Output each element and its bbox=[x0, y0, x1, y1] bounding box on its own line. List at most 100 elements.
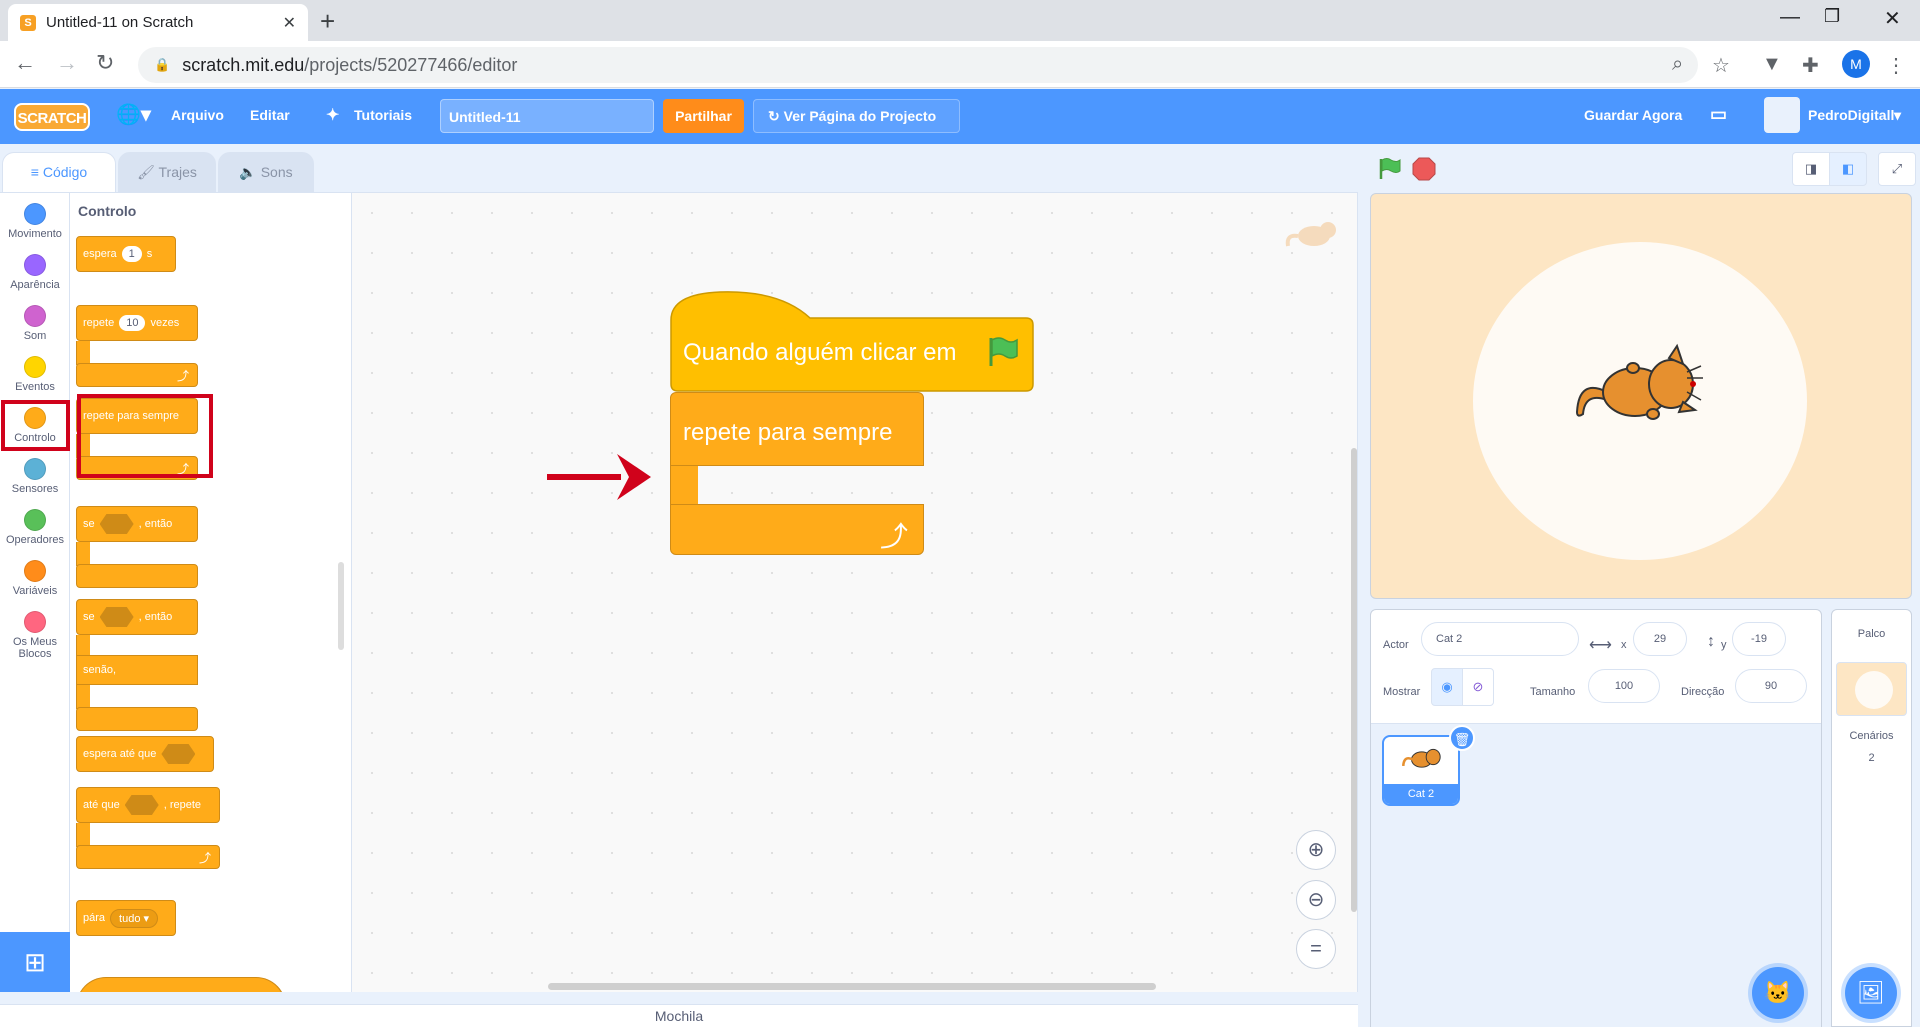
repeat-bottom: ⤴ bbox=[76, 363, 198, 387]
save-now-button[interactable]: Guardar Agora bbox=[1584, 107, 1682, 123]
tab-code[interactable]: ≡ Código bbox=[2, 152, 116, 192]
block-repeat[interactable]: repete 10 vezes bbox=[76, 305, 198, 341]
large-stage-button[interactable]: ◧ bbox=[1829, 152, 1867, 186]
category-sound[interactable]: Som bbox=[0, 299, 70, 342]
category-my-blocks[interactable]: Os Meus Blocos bbox=[0, 605, 70, 660]
tab-costumes[interactable]: 🖌 Trajes bbox=[118, 152, 216, 192]
profile-avatar[interactable]: M bbox=[1842, 50, 1870, 78]
stop-icon[interactable] bbox=[1412, 157, 1436, 181]
loop-arrow-icon: ⤴ bbox=[198, 851, 211, 865]
stage-selector[interactable]: Palco Cenários 2 bbox=[1831, 609, 1912, 1027]
block-stop[interactable]: pára tudo ▾ bbox=[76, 900, 176, 936]
size-input[interactable]: 100 bbox=[1588, 669, 1660, 703]
zoom-in-button[interactable]: ⊕ bbox=[1296, 830, 1336, 870]
sprite-name-input[interactable]: Cat 2 bbox=[1421, 622, 1579, 656]
close-window-icon[interactable]: ✕ bbox=[1884, 6, 1901, 31]
x-input[interactable]: 29 bbox=[1633, 622, 1687, 656]
else-arm bbox=[76, 685, 90, 709]
menu-file[interactable]: Arquivo bbox=[171, 107, 224, 123]
menu-tutorials[interactable]: Tutoriais bbox=[354, 107, 412, 123]
workspace-horizontal-scrollbar[interactable] bbox=[548, 983, 1156, 990]
hide-eye-icon[interactable]: ⊘ bbox=[1462, 668, 1494, 706]
fullscreen-button[interactable]: ⤢ bbox=[1878, 152, 1916, 186]
palette-section-title: Controlo bbox=[78, 203, 137, 219]
direction-input[interactable]: 90 bbox=[1735, 669, 1807, 703]
category-motion[interactable]: Movimento bbox=[0, 197, 70, 240]
zoom-reset-button[interactable]: = bbox=[1296, 929, 1336, 969]
cat-sprite[interactable] bbox=[1573, 342, 1705, 426]
my-stuff-folder-icon[interactable]: ▭ bbox=[1710, 104, 1727, 125]
editor-tabs: ≡ Código 🖌 Trajes 🔈 Sons bbox=[0, 144, 320, 192]
extension-filter-icon[interactable]: ▼ bbox=[1762, 53, 1782, 76]
stage-canvas[interactable] bbox=[1370, 193, 1912, 599]
chrome-menu-icon[interactable]: ⋮ bbox=[1886, 53, 1906, 78]
minimize-icon[interactable]: — bbox=[1780, 6, 1800, 29]
repeat-value-input[interactable]: 10 bbox=[119, 315, 146, 331]
show-label: Mostrar bbox=[1383, 686, 1421, 698]
new-tab-icon[interactable]: + bbox=[320, 6, 335, 36]
block-repeat-until[interactable]: até que, repete bbox=[76, 787, 220, 823]
zoom-out-button[interactable]: ⊖ bbox=[1296, 880, 1336, 920]
address-bar[interactable]: 🔒 scratch.mit.edu/projects/520277466/edi… bbox=[138, 47, 1698, 83]
scratch-logo[interactable]: SCRATCH bbox=[14, 103, 90, 131]
show-eye-icon[interactable]: ◉ bbox=[1431, 668, 1463, 706]
back-icon[interactable]: ← bbox=[14, 51, 36, 75]
repeat-until-arm bbox=[76, 823, 90, 847]
block-if-else[interactable]: se, então bbox=[76, 599, 198, 635]
condition-slot[interactable] bbox=[99, 514, 134, 534]
block-if[interactable]: se, então bbox=[76, 506, 198, 542]
project-title-input[interactable]: Untitled-11 bbox=[440, 99, 654, 133]
category-sensing[interactable]: Sensores bbox=[0, 452, 70, 495]
extensions-puzzle-icon[interactable]: ✚ bbox=[1802, 53, 1819, 78]
condition-slot[interactable] bbox=[99, 607, 134, 627]
language-globe-icon[interactable]: 🌐▾ bbox=[116, 102, 151, 127]
menu-edit[interactable]: Editar bbox=[250, 107, 290, 123]
category-looks[interactable]: Aparência bbox=[0, 248, 70, 291]
see-project-page-button[interactable]: ↻ Ver Página do Projecto bbox=[753, 99, 960, 133]
restore-icon[interactable]: ❐ bbox=[1824, 6, 1840, 27]
zoom-icon[interactable]: ⌕ bbox=[1672, 53, 1683, 76]
block-wait-until[interactable]: espera até que bbox=[76, 736, 214, 772]
direction-label: Direcção bbox=[1681, 686, 1725, 698]
stage-thumb-ellipse bbox=[1855, 671, 1893, 709]
block-hat-partial[interactable] bbox=[76, 977, 286, 992]
username-menu[interactable]: PedroDigitall bbox=[1808, 107, 1894, 123]
sprite-tile-name: Cat 2 bbox=[1384, 784, 1458, 804]
scratch-menu-bar: SCRATCH 🌐▾ Arquivo Editar ✦ Tutoriais Un… bbox=[0, 89, 1920, 144]
size-label: Tamanho bbox=[1530, 686, 1576, 698]
choose-backdrop-button[interactable]: 🖼 bbox=[1845, 967, 1897, 1019]
bookmark-star-icon[interactable]: ☆ bbox=[1712, 53, 1730, 78]
control-category-highlight bbox=[1, 400, 70, 451]
small-stage-button[interactable]: ◨ bbox=[1792, 152, 1830, 186]
forward-icon[interactable]: → bbox=[56, 51, 78, 75]
forever-block[interactable]: repete para sempre bbox=[670, 392, 924, 466]
block-wait[interactable]: espera 1 s bbox=[76, 236, 176, 272]
share-button[interactable]: Partilhar bbox=[663, 99, 744, 133]
palette-scrollbar[interactable] bbox=[338, 562, 344, 650]
backpack-bar[interactable]: Mochila bbox=[0, 1004, 1358, 1027]
url-path: /projects/520277466/editor bbox=[304, 54, 518, 75]
condition-slot[interactable] bbox=[161, 744, 196, 764]
user-avatar[interactable] bbox=[1764, 97, 1800, 133]
reload-icon[interactable]: ↻ bbox=[96, 51, 114, 75]
green-flag-icon[interactable] bbox=[1376, 157, 1402, 181]
add-extension-button[interactable]: ⊞ bbox=[0, 932, 70, 992]
tab-sounds[interactable]: 🔈 Sons bbox=[218, 152, 314, 192]
category-operators[interactable]: Operadores bbox=[0, 503, 70, 546]
close-tab-icon[interactable]: ✕ bbox=[283, 13, 296, 33]
account-caret-icon[interactable]: ▾ bbox=[1894, 107, 1901, 124]
delete-sprite-icon[interactable]: 🗑 bbox=[1449, 725, 1475, 751]
workspace-sprite-indicator bbox=[1285, 222, 1336, 247]
category-variables[interactable]: Variáveis bbox=[0, 554, 70, 597]
condition-slot[interactable] bbox=[124, 795, 159, 815]
browser-tab[interactable]: S Untitled-11 on Scratch ✕ bbox=[8, 4, 308, 41]
stop-dropdown[interactable]: tudo ▾ bbox=[110, 908, 159, 928]
choose-sprite-button[interactable]: 🐱 bbox=[1752, 967, 1804, 1019]
sprite-tile[interactable]: Cat 2 bbox=[1382, 735, 1460, 806]
wait-value-input[interactable]: 1 bbox=[121, 246, 142, 262]
forever-block-arm bbox=[670, 466, 698, 504]
y-input[interactable]: -19 bbox=[1732, 622, 1786, 656]
category-events[interactable]: Eventos bbox=[0, 350, 70, 393]
stage-thumbnail[interactable] bbox=[1836, 662, 1907, 716]
workspace-vertical-scrollbar[interactable] bbox=[1351, 448, 1357, 912]
